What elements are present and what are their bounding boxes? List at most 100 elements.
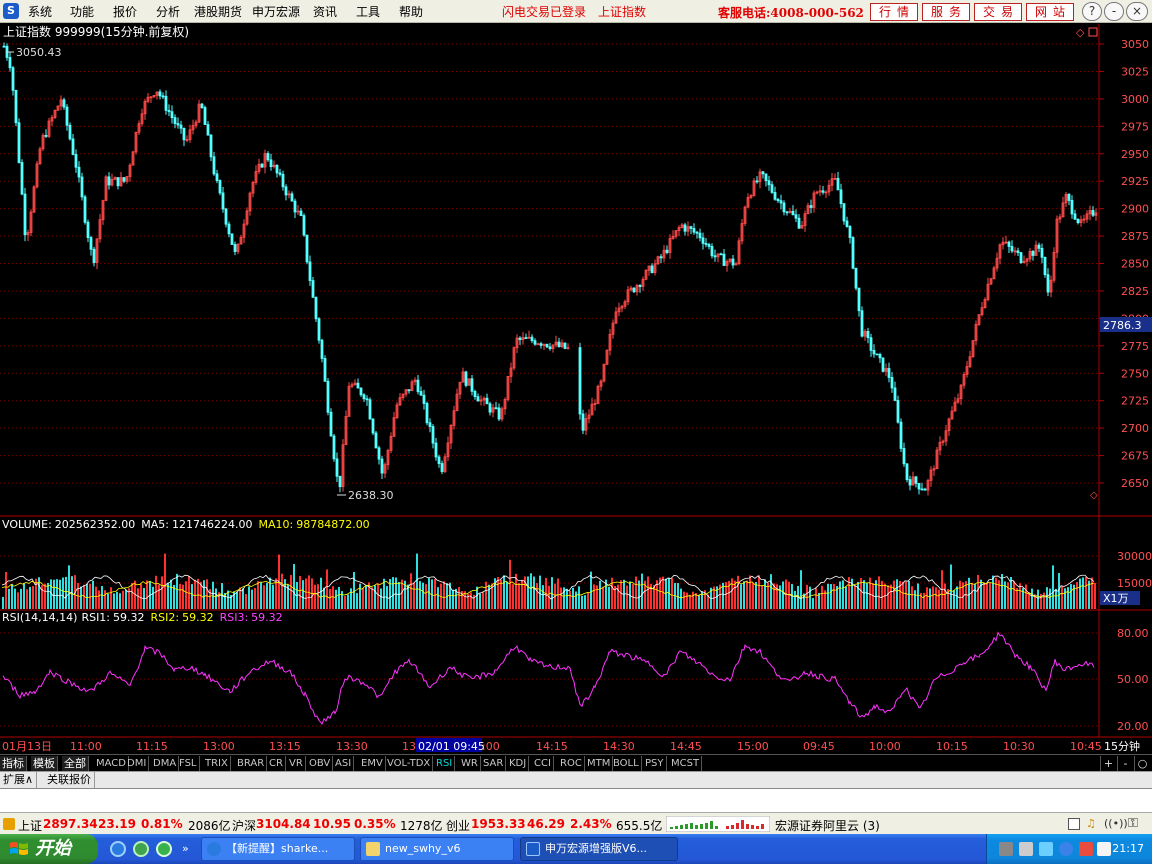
tab-template[interactable]: 模板 [31,756,58,771]
tab-dma[interactable]: DMA [151,756,180,771]
restore-icon[interactable] [1088,27,1098,37]
volume-bar [752,583,754,609]
tab-boll[interactable]: BOLL [611,756,642,771]
lock-icon[interactable]: ⚿ [1128,816,1138,831]
start-button[interactable]: 开始 [0,834,98,864]
hs-label[interactable]: 沪深 [232,817,256,834]
kline-chart-svg[interactable]: 上证指数 999999(15分钟.前复权) 3050.43 2638.30 ◇ … [0,24,1152,756]
menu-help[interactable]: 帮助 [399,3,423,20]
antivirus-icon[interactable] [1079,842,1093,856]
tab-roc[interactable]: ROC [558,756,585,771]
menu-hk-futures[interactable]: 港股期货 [194,3,242,20]
help-icon[interactable]: ? [1082,2,1102,21]
tab-all[interactable]: 全部 [62,756,89,771]
tab-trix[interactable]: TRIX [203,756,231,771]
window-icon[interactable] [1068,818,1080,830]
tab-emv[interactable]: EMV [359,756,386,771]
cy-label[interactable]: 创业 [446,817,470,834]
tab-indicator[interactable]: 指标 [0,756,27,771]
quicklaunch-more-icon[interactable]: » [182,842,189,855]
service-button[interactable]: 服务 [922,3,970,21]
taskbar-item-swhy[interactable]: 申万宏源增强版V6... [520,837,678,861]
volume-bar [410,573,412,609]
volume-bar [800,570,802,609]
menu-system[interactable]: 系统 [28,3,52,20]
signal-icon[interactable]: ((•)) [1104,817,1128,830]
tab-mtm[interactable]: MTM [585,756,614,771]
taskbar-item-folder[interactable]: new_swhy_v6 [360,837,514,861]
tab-macd[interactable]: MACD [94,756,129,771]
menu-analysis[interactable]: 分析 [156,3,180,20]
candle-body [425,403,429,424]
chrome-icon[interactable] [133,841,149,857]
menu-function[interactable]: 功能 [70,3,94,20]
shield-icon[interactable] [1059,842,1073,856]
ie-icon[interactable] [110,841,126,857]
tab-kdj[interactable]: KDJ [507,756,530,771]
candle-body [419,391,423,396]
status-menu-icon[interactable] [3,818,15,830]
tab-asi[interactable]: ASI [333,756,355,771]
tab-vol-tdx[interactable]: VOL-TDX [385,756,434,771]
bell-icon[interactable]: ♫ [1086,817,1098,830]
extension-panel [0,788,1152,812]
taskbar-item-browser[interactable]: 【新提醒】sharke... [201,837,355,861]
expand-tab[interactable]: 扩展∧ [0,772,38,788]
tab-mcst[interactable]: MCST [669,756,703,771]
tab-wr[interactable]: WR [459,756,481,771]
chart-area[interactable]: 上证指数 999999(15分钟.前复权) 3050.43 2638.30 ◇ … [0,24,1152,756]
candle-body [755,180,759,183]
remove-panel-button[interactable]: - [1117,756,1133,771]
tab-brar[interactable]: BRAR [235,756,268,771]
add-panel-button[interactable]: + [1100,756,1116,771]
tab-cr[interactable]: CR [267,756,286,771]
tab-obv[interactable]: OBV [307,756,334,771]
trade-button[interactable]: 交易 [974,3,1022,21]
panel-option-button[interactable]: ○ [1134,756,1150,771]
candle-body [260,163,264,168]
candle-body [548,346,552,350]
breadth-down-bar [695,825,698,829]
tab-psy[interactable]: PSY [643,756,667,771]
breadth-up-bar [746,824,749,829]
rsi-tick-80: 80.00 [1117,627,1149,640]
market-button[interactable]: 行情 [870,3,918,21]
sh-label[interactable]: 上证 [18,817,42,834]
tab-fsl[interactable]: FSL [177,756,200,771]
related-quotes-tab[interactable]: 关联报价 [44,772,95,788]
candle-body [485,397,489,405]
tab-rsi[interactable]: RSI [434,756,456,771]
volume-icon[interactable] [1097,842,1111,856]
tab-cci[interactable]: CCI [532,756,554,771]
menu-tools[interactable]: 工具 [356,3,380,20]
current-security-link[interactable]: 上证指数 [598,3,646,20]
volume-bar [263,585,265,609]
security-icon[interactable] [1039,842,1053,856]
menu-swhy[interactable]: 申万宏源 [252,3,300,20]
tab-vr[interactable]: VR [287,756,306,771]
candle-body [851,237,855,269]
menu-news[interactable]: 资讯 [313,3,337,20]
market-breadth-bars[interactable] [666,816,770,832]
volume-bar [362,588,364,609]
tab-sar[interactable]: SAR [481,756,507,771]
candle-body [1016,250,1020,254]
tab-dmi[interactable]: DMI [125,756,150,771]
close-icon[interactable]: × [1126,2,1148,21]
flash-trade-status[interactable]: 闪电交易已登录 [502,3,586,20]
keyboard-icon[interactable] [999,842,1013,856]
browser-icon[interactable] [156,841,172,857]
menu-quote[interactable]: 报价 [113,3,137,20]
broker-server[interactable]: 宏源证券阿里云 (3) [775,817,880,834]
volume-bar [488,584,490,609]
candle-body [650,265,654,274]
network-icon[interactable] [1019,842,1033,856]
candle-body [215,173,219,181]
website-button[interactable]: 网站 [1026,3,1074,21]
hs-pct: 0.35% [354,817,396,831]
minimize-icon[interactable]: - [1104,2,1124,21]
volume-bar [182,584,184,609]
start-label: 开始 [35,838,71,859]
diamond-icon[interactable]: ◇ [1076,26,1085,39]
volume-bar [602,586,604,609]
